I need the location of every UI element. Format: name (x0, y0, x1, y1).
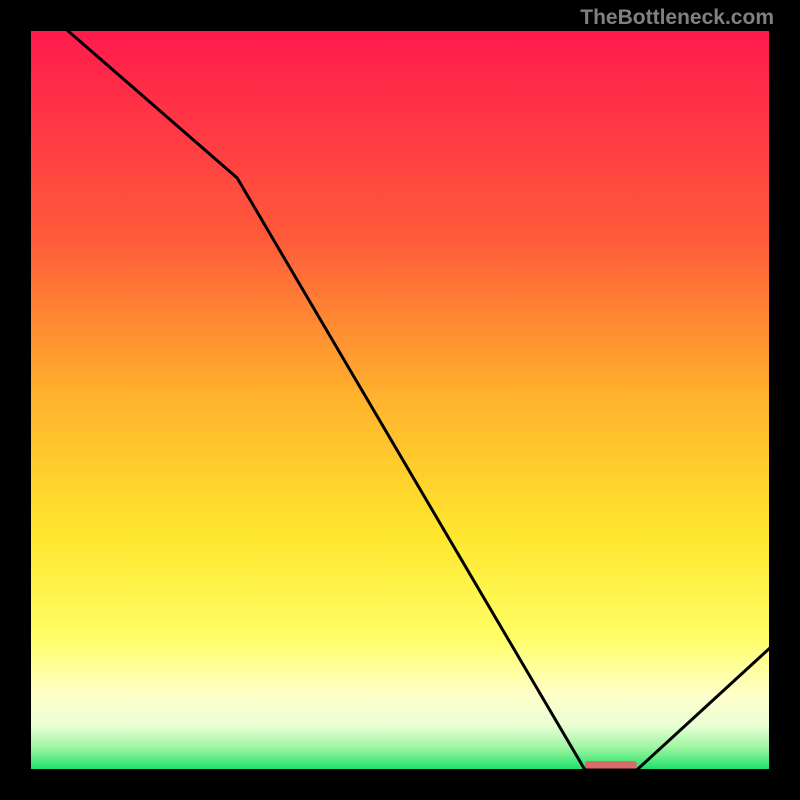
chart-container: TheBottleneck.com (0, 0, 800, 800)
plot-area (30, 30, 770, 770)
gradient-background (30, 30, 770, 770)
watermark-text: TheBottleneck.com (580, 6, 774, 30)
chart-svg (30, 30, 770, 770)
